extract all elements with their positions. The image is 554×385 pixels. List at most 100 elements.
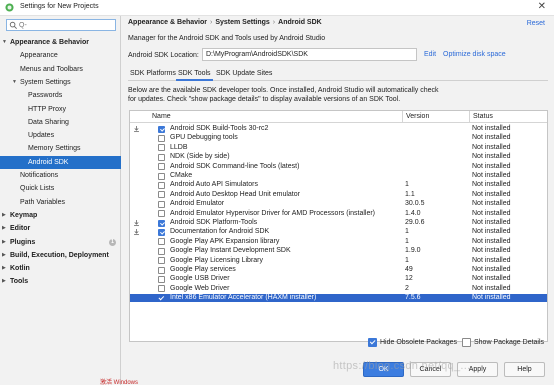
tool-name: GPU Debugging tools: [170, 134, 238, 142]
collapse-arrow-icon[interactable]: ▶: [2, 236, 6, 249]
download-pending-icon: [134, 229, 139, 236]
search-input[interactable]: [19, 20, 115, 30]
info-line: Below are the available SDK developer to…: [128, 87, 439, 94]
sidebar-item[interactable]: Passwords: [0, 89, 121, 102]
tab-sdk-tools[interactable]: SDK Tools: [176, 68, 213, 81]
sidebar-item[interactable]: Data Sharing: [0, 116, 121, 129]
row-checkbox[interactable]: [158, 172, 165, 180]
row-checkbox[interactable]: [158, 200, 165, 208]
sidebar-item[interactable]: Menus and Toolbars: [0, 63, 121, 76]
collapse-arrow-icon[interactable]: ▶: [2, 249, 6, 262]
sidebar-item[interactable]: HTTP Proxy: [0, 103, 121, 116]
sidebar-item[interactable]: ▼ System Settings: [0, 76, 121, 89]
table-row[interactable]: Android Emulator 30.0.5 Not installed: [130, 200, 547, 208]
table-row[interactable]: Android Emulator Hypervisor Driver for A…: [130, 210, 547, 218]
sidebar-item[interactable]: Quick Lists: [0, 182, 121, 195]
table-row[interactable]: Android SDK Platform-Tools 29.0.6 Not inst…: [130, 219, 547, 227]
row-checkbox[interactable]: [158, 247, 165, 255]
table-row[interactable]: Android Auto API Simulators 1 Not installe…: [130, 181, 547, 189]
expand-arrow-icon[interactable]: ▼: [2, 36, 7, 49]
sidebar-item[interactable]: ▶ Kotlin: [0, 262, 121, 275]
row-checkbox[interactable]: [158, 163, 165, 171]
table-row[interactable]: Google Play APK Expansion library 1 Not in…: [130, 238, 547, 246]
sidebar-item[interactable]: Updates: [0, 129, 121, 142]
table-row[interactable]: Google Play Instant Development SDK 1.9.0…: [130, 247, 547, 255]
table-row[interactable]: GPU Debugging tools Not installed: [130, 134, 547, 142]
sidebar-item[interactable]: Notifications: [0, 169, 121, 182]
sdk-location-field[interactable]: D:\MyProgram\AndroidSDK\SDK: [202, 48, 417, 61]
edit-location-link[interactable]: Edit: [424, 51, 436, 58]
table-row[interactable]: Google Web Driver 2 Not installed: [130, 285, 547, 293]
column-divider: [402, 111, 403, 123]
expand-arrow-icon[interactable]: ▼: [12, 76, 17, 89]
row-checkbox[interactable]: [158, 266, 165, 274]
tool-version: 1: [405, 256, 409, 264]
tab-sdk-platforms[interactable]: SDK Platforms: [128, 68, 178, 81]
sidebar-item-label: Passwords: [28, 92, 63, 100]
sidebar-item[interactable]: Memory Settings: [0, 142, 121, 155]
tool-name: Google Play APK Expansion library: [170, 237, 280, 245]
close-icon[interactable]: ✕: [538, 1, 546, 12]
row-checkbox[interactable]: [158, 228, 165, 236]
table-row[interactable]: Google Play Licensing Library 1 Not instal…: [130, 257, 547, 265]
collapse-arrow-icon[interactable]: ▶: [2, 275, 6, 288]
tool-status: Not installed: [472, 134, 511, 142]
row-checkbox[interactable]: [158, 238, 165, 246]
help-button[interactable]: Help: [504, 362, 545, 377]
plugins-update-badge: 1: [109, 238, 116, 246]
table-row[interactable]: NDK (Side by side) Not installed: [130, 153, 547, 161]
cancel-button[interactable]: Cancel: [410, 362, 451, 377]
collapse-arrow-icon[interactable]: ▶: [2, 262, 6, 275]
sidebar-item[interactable]: ▼ Appearance & Behavior: [0, 36, 121, 49]
sidebar-item-label: Appearance: [20, 52, 58, 60]
hide-obsolete-checkbox[interactable]: [368, 338, 377, 347]
row-checkbox[interactable]: [158, 295, 165, 302]
table-row[interactable]: Android SDK Command-line Tools (latest) N…: [130, 163, 547, 171]
column-header-name[interactable]: Name: [152, 112, 171, 122]
row-checkbox[interactable]: [158, 257, 165, 265]
row-checkbox[interactable]: [158, 153, 165, 161]
row-checkbox[interactable]: [158, 144, 165, 152]
tool-name: CMake: [170, 172, 193, 179]
column-header-version[interactable]: Version: [406, 112, 429, 122]
apply-button[interactable]: Apply: [457, 362, 498, 377]
table-row[interactable]: Android SDK Build-Tools 30-rc2 Not instal…: [130, 125, 547, 133]
sidebar-item[interactable]: ▶ Editor: [0, 222, 121, 235]
table-row[interactable]: Android Auto Desktop Head Unit emulator 1…: [130, 191, 547, 199]
sidebar-item[interactable]: ▶ Plugins 1: [0, 236, 121, 249]
collapse-arrow-icon[interactable]: ▶: [2, 222, 6, 235]
sidebar-item[interactable]: ▶ Tools: [0, 275, 121, 288]
sidebar-item[interactable]: ▶ Keymap: [0, 209, 121, 222]
row-checkbox[interactable]: [158, 210, 165, 218]
tool-version: 1: [405, 181, 409, 189]
settings-search-box[interactable]: [6, 19, 116, 31]
show-package-details-checkbox[interactable]: [462, 338, 471, 347]
row-checkbox[interactable]: [158, 181, 165, 189]
row-checkbox[interactable]: [158, 125, 165, 133]
sidebar-item[interactable]: ▶ Build, Execution, Deployment: [0, 249, 121, 262]
tab-sdk-update-sites[interactable]: SDK Update Sites: [214, 68, 274, 81]
sidebar-item[interactable]: Path Variables: [0, 196, 121, 209]
column-header-status[interactable]: Status: [473, 112, 493, 122]
breadcrumb-item: Android SDK: [278, 19, 322, 26]
sidebar-item[interactable]: Android SDK: [0, 155, 121, 169]
ok-button[interactable]: OK: [363, 362, 404, 377]
row-checkbox[interactable]: [158, 285, 165, 293]
sidebar-item[interactable]: Appearance: [0, 49, 121, 62]
row-checkbox[interactable]: [158, 275, 165, 283]
row-checkbox[interactable]: [158, 219, 165, 227]
table-row[interactable]: Documentation for Android SDK 1 Not instal…: [130, 228, 547, 236]
table-row[interactable]: Intel x86 Emulator Accelerator (HAXM ins…: [130, 294, 547, 303]
row-checkbox[interactable]: [158, 134, 165, 142]
sidebar-item-label: Data Sharing: [28, 118, 69, 126]
tool-status: Not installed: [472, 256, 511, 264]
row-checkbox[interactable]: [158, 191, 165, 199]
collapse-arrow-icon[interactable]: ▶: [2, 209, 6, 222]
table-row[interactable]: CMake Not installed: [130, 172, 547, 180]
sidebar-item-label: Build, Execution, Deployment: [10, 251, 109, 259]
optimize-disk-space-link[interactable]: Optimize disk space: [443, 51, 506, 58]
table-row[interactable]: LLDB Not installed: [130, 144, 547, 152]
table-row[interactable]: Google Play services 49 Not installed: [130, 266, 547, 274]
reset-link[interactable]: Reset: [527, 20, 545, 27]
table-row[interactable]: Google USB Driver 12 Not installed: [130, 275, 547, 283]
